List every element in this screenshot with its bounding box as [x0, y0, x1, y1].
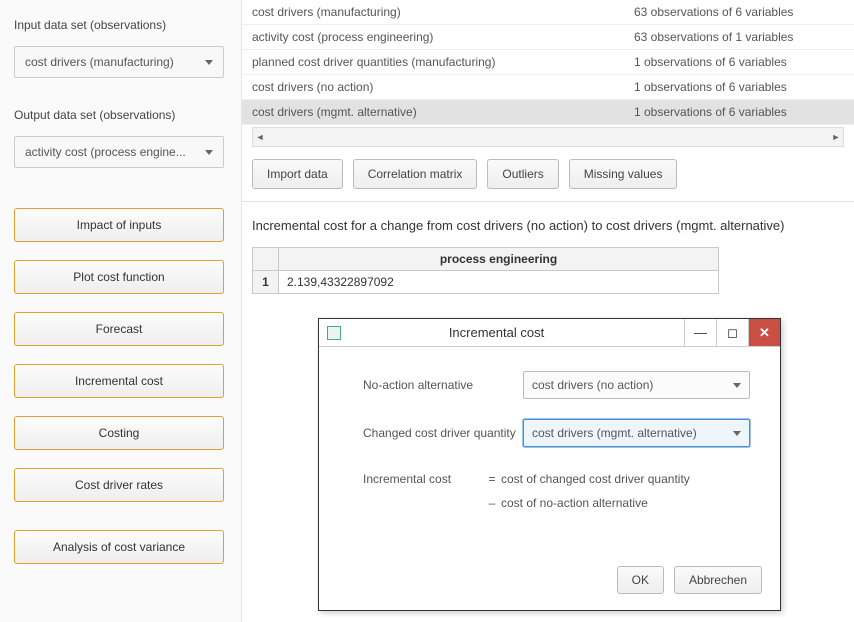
impact-of-inputs-button[interactable]: Impact of inputs: [14, 208, 224, 242]
import-data-button[interactable]: Import data: [252, 159, 343, 189]
dialog-body: No-action alternative cost drivers (no a…: [319, 347, 780, 531]
output-dataset-dropdown[interactable]: activity cost (process engine...: [14, 136, 224, 168]
scroll-track[interactable]: [267, 130, 829, 144]
maximize-button[interactable]: ◻: [716, 319, 748, 346]
result-rownum: 1: [253, 271, 279, 294]
table-row[interactable]: cost drivers (manufacturing) 63 observat…: [242, 0, 854, 25]
correlation-matrix-button[interactable]: Correlation matrix: [353, 159, 478, 189]
cancel-button[interactable]: Abbrechen: [674, 566, 762, 594]
output-dataset-label: Output data set (observations): [14, 108, 227, 122]
table-row[interactable]: activity cost (process engineering) 63 o…: [242, 25, 854, 50]
scroll-left-icon[interactable]: ◄: [253, 130, 267, 144]
horizontal-scrollbar[interactable]: ◄ ►: [252, 127, 844, 147]
result-header: process engineering: [279, 248, 719, 271]
dialog-title-text: Incremental cost: [349, 325, 684, 340]
scroll-right-icon[interactable]: ►: [829, 130, 843, 144]
ok-button[interactable]: OK: [617, 566, 664, 594]
sidebar: Input data set (observations) cost drive…: [0, 0, 242, 622]
incremental-cost-dialog: Incremental cost — ◻ ✕ No-action alterna…: [318, 318, 781, 611]
no-action-label: No-action alternative: [363, 378, 523, 392]
input-dataset-value: cost drivers (manufacturing): [25, 55, 199, 69]
changed-quantity-dropdown[interactable]: cost drivers (mgmt. alternative): [523, 419, 750, 447]
result-table: process engineering 1 2.139,43322897092: [252, 247, 719, 294]
outliers-button[interactable]: Outliers: [487, 159, 558, 189]
formula-text: Incremental cost = cost of changed cost …: [363, 467, 750, 515]
table-row[interactable]: cost drivers (mgmt. alternative) 1 obser…: [242, 100, 854, 125]
no-action-dropdown[interactable]: cost drivers (no action): [523, 371, 750, 399]
cost-driver-rates-button[interactable]: Cost driver rates: [14, 468, 224, 502]
toolbar: Import data Correlation matrix Outliers …: [242, 147, 854, 202]
missing-values-button[interactable]: Missing values: [569, 159, 678, 189]
minimize-button[interactable]: —: [684, 319, 716, 346]
chevron-down-icon: [733, 431, 741, 436]
datasets-table: cost drivers (manufacturing) 63 observat…: [242, 0, 854, 125]
table-corner: [253, 248, 279, 271]
content-title: Incremental cost for a change from cost …: [252, 218, 844, 233]
forecast-button[interactable]: Forecast: [14, 312, 224, 346]
table-row[interactable]: cost drivers (no action) 1 observations …: [242, 75, 854, 100]
incremental-cost-button[interactable]: Incremental cost: [14, 364, 224, 398]
costing-button[interactable]: Costing: [14, 416, 224, 450]
analysis-of-cost-variance-button[interactable]: Analysis of cost variance: [14, 530, 224, 564]
table-row[interactable]: planned cost driver quantities (manufact…: [242, 50, 854, 75]
input-dataset-label: Input data set (observations): [14, 18, 227, 32]
close-button[interactable]: ✕: [748, 319, 780, 346]
dialog-titlebar[interactable]: Incremental cost — ◻ ✕: [319, 319, 780, 347]
chevron-down-icon: [205, 150, 213, 155]
result-cell[interactable]: 2.139,43322897092: [279, 271, 719, 294]
chevron-down-icon: [733, 383, 741, 388]
chevron-down-icon: [205, 60, 213, 65]
plot-cost-function-button[interactable]: Plot cost function: [14, 260, 224, 294]
changed-quantity-label: Changed cost driver quantity: [363, 426, 523, 440]
output-dataset-value: activity cost (process engine...: [25, 145, 199, 159]
input-dataset-dropdown[interactable]: cost drivers (manufacturing): [14, 46, 224, 78]
dialog-app-icon: [327, 326, 341, 340]
